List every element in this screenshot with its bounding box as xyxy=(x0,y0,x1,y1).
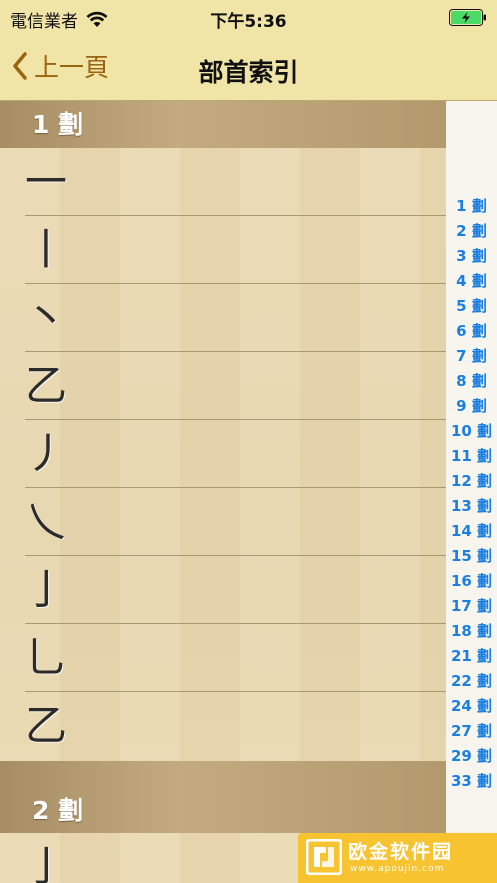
index-item[interactable]: 9 劃 xyxy=(446,394,497,419)
index-item[interactable]: 29 劃 xyxy=(446,744,497,769)
index-item[interactable]: 5 劃 xyxy=(446,294,497,319)
index-item[interactable]: 4 劃 xyxy=(446,269,497,294)
section-header-1: 1 劃 xyxy=(0,101,446,148)
radical-row[interactable]: 乙 xyxy=(25,352,446,420)
index-item[interactable]: 3 劃 xyxy=(446,244,497,269)
radical-glyph: 乚 xyxy=(25,633,68,682)
watermark: 欧金软件园 www.apoujin.com xyxy=(298,833,497,883)
radical-row[interactable]: 亅 xyxy=(25,556,446,624)
radical-row[interactable]: 丿 xyxy=(25,420,446,488)
section-header-2: 2 劃 xyxy=(0,761,446,833)
watermark-url: www.apoujin.com xyxy=(350,864,445,874)
index-item[interactable]: 7 劃 xyxy=(446,344,497,369)
index-item[interactable]: 16 劃 xyxy=(446,569,497,594)
radical-row[interactable]: 乚 xyxy=(25,624,446,692)
app-screen: 電信業者 下午5:36 上一頁 部首索引 1 劃 一 丨 丶 乙 丿 乀 亅 乚… xyxy=(0,0,497,883)
section-index-bar[interactable]: 1 劃 2 劃 3 劃 4 劃 5 劃 6 劃 7 劃 8 劃 9 劃 10 劃… xyxy=(446,101,497,883)
watermark-text: 欧金软件园 xyxy=(348,841,454,863)
index-item[interactable]: 33 劃 xyxy=(446,769,497,794)
index-item[interactable]: 18 劃 xyxy=(446,619,497,644)
watermark-logo-icon xyxy=(306,839,342,875)
index-item[interactable]: 27 劃 xyxy=(446,719,497,744)
index-item[interactable]: 14 劃 xyxy=(446,519,497,544)
index-item[interactable]: 8 劃 xyxy=(446,369,497,394)
radical-row[interactable]: 乙 xyxy=(25,692,446,760)
index-item[interactable]: 21 劃 xyxy=(446,644,497,669)
radical-row[interactable]: 丨 xyxy=(25,216,446,284)
radical-row[interactable]: 一 xyxy=(25,148,446,216)
status-time: 下午5:36 xyxy=(210,12,287,32)
index-item[interactable]: 1 劃 xyxy=(446,194,497,219)
index-item[interactable]: 15 劃 xyxy=(446,544,497,569)
radical-glyph: 丶 xyxy=(25,293,68,342)
battery-charging-icon xyxy=(449,9,486,26)
radical-glyph: 一 xyxy=(25,157,68,206)
index-item[interactable]: 10 劃 xyxy=(446,419,497,444)
radical-glyph: 亅 xyxy=(25,565,68,614)
index-item[interactable]: 2 劃 xyxy=(446,219,497,244)
index-item[interactable]: 22 劃 xyxy=(446,669,497,694)
index-item[interactable]: 17 劃 xyxy=(446,594,497,619)
radical-glyph: 亅 xyxy=(25,842,68,883)
page-title: 部首索引 xyxy=(198,58,299,87)
index-item[interactable]: 11 劃 xyxy=(446,444,497,469)
radical-glyph: 丨 xyxy=(25,225,68,274)
radical-glyph: 乀 xyxy=(25,497,68,546)
radical-glyph: 乙 xyxy=(25,361,68,410)
top-bar: 電信業者 下午5:36 上一頁 部首索引 xyxy=(0,0,497,101)
index-item[interactable]: 24 劃 xyxy=(446,694,497,719)
radical-list[interactable]: 1 劃 一 丨 丶 乙 丿 乀 亅 乚 乙 2 劃 亅 xyxy=(0,101,446,883)
index-item[interactable]: 13 劃 xyxy=(446,494,497,519)
radical-row[interactable]: 乀 xyxy=(25,488,446,556)
index-item[interactable]: 12 劃 xyxy=(446,469,497,494)
status-bar: 電信業者 下午5:36 xyxy=(0,0,497,36)
navigation-bar: 上一頁 部首索引 xyxy=(0,36,497,100)
radical-glyph: 丿 xyxy=(25,429,68,478)
radical-glyph: 乙 xyxy=(25,701,68,750)
radical-row[interactable]: 丶 xyxy=(25,284,446,352)
index-item[interactable]: 6 劃 xyxy=(446,319,497,344)
